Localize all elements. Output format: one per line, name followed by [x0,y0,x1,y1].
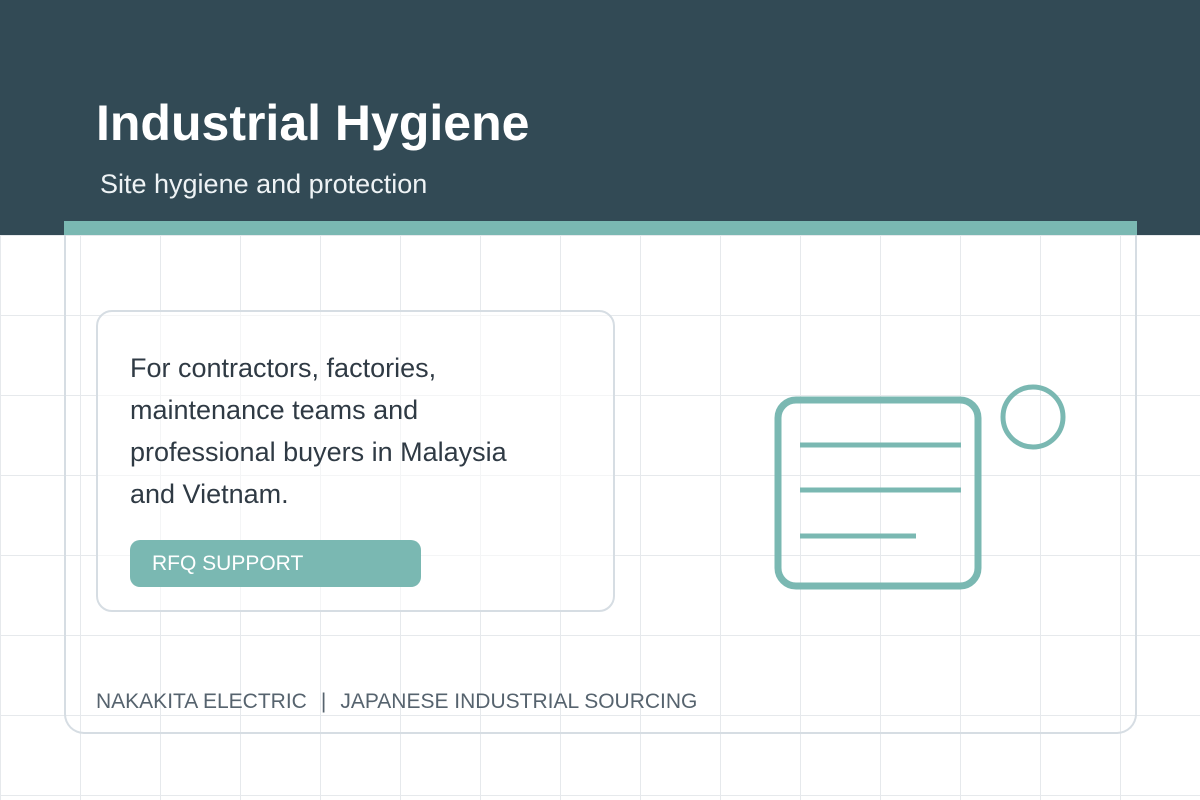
footer-tagline: JAPANESE INDUSTRIAL SOURCING [340,690,698,713]
page-subtitle: Site hygiene and protection [100,169,428,199]
rfq-support-button[interactable]: RFQ SUPPORT [130,540,421,587]
page-title: Industrial Hygiene [96,95,530,151]
document-outline [774,396,982,590]
accent-divider [64,221,1137,235]
header-band: Industrial Hygiene Site hygiene and prot… [0,0,1200,235]
audience-description: For contractors, factories, maintenance … [130,353,507,509]
page-banner: Industrial Hygiene Site hygiene and prot… [0,0,1200,800]
document-lines-icon [774,384,1066,590]
footer-credit: NAKAKITA ELECTRIC | JAPANESE INDUSTRIAL SO… [96,689,697,715]
footer-separator: | [320,690,327,713]
circle-icon [1000,384,1066,450]
footer-company: NAKAKITA ELECTRIC [96,690,307,713]
